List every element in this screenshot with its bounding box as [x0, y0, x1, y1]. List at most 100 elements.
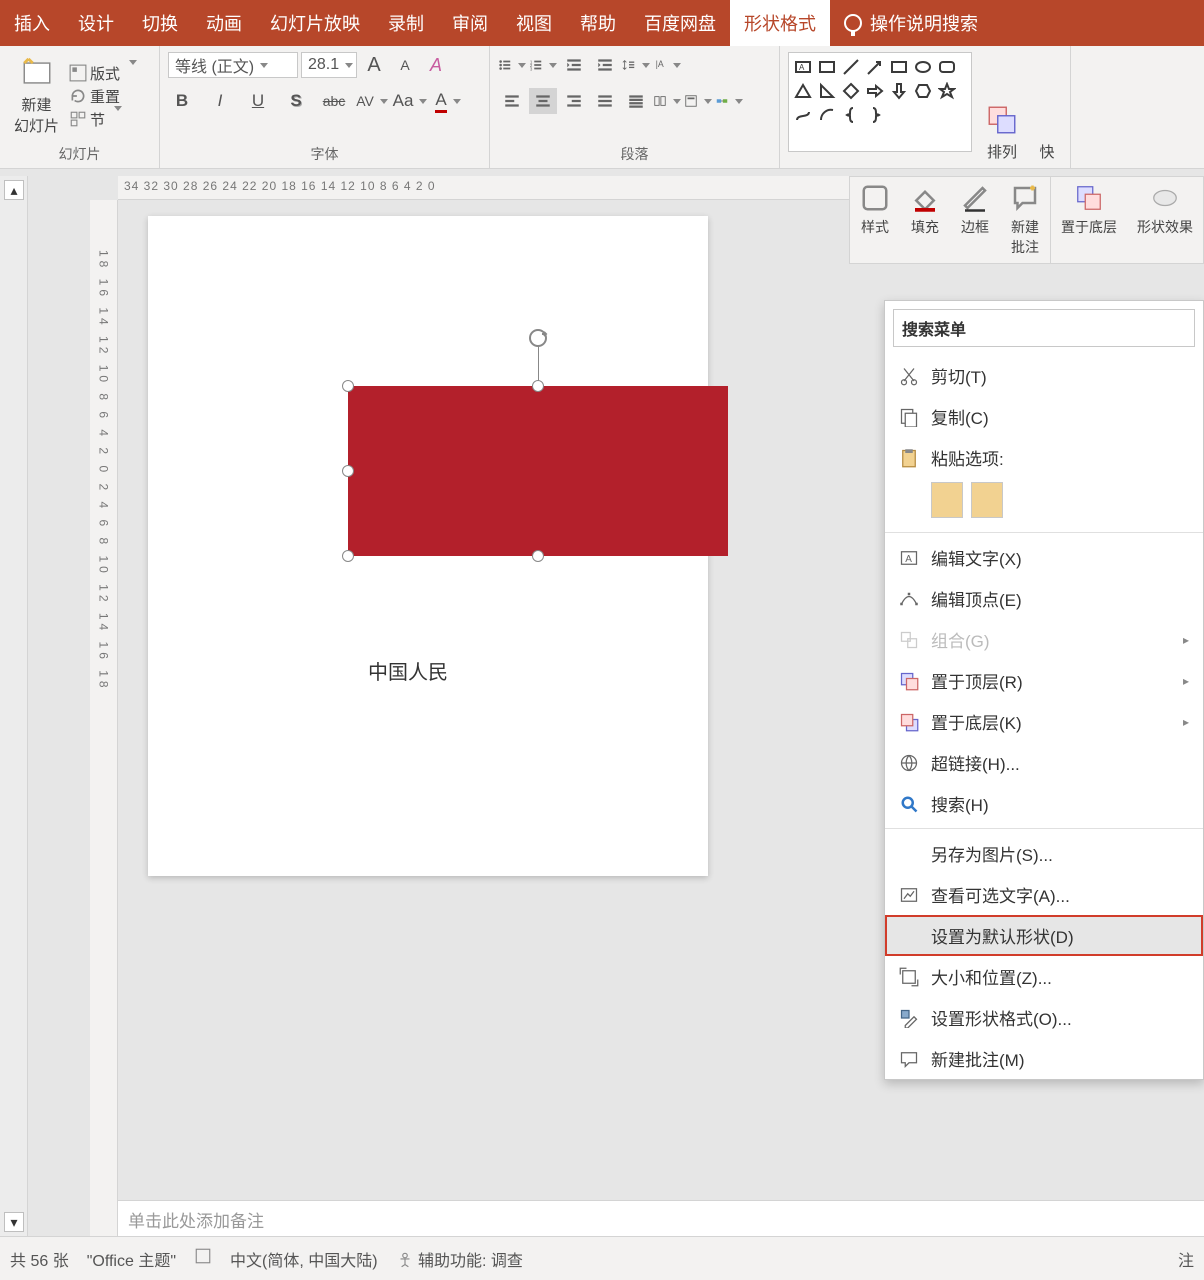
menu-edit-points[interactable]: 编辑顶点(E)	[885, 578, 1203, 619]
tab-shape-format[interactable]: 形状格式	[730, 0, 830, 46]
shape-arc-icon[interactable]	[817, 105, 837, 125]
shape-arrow-icon[interactable]	[865, 57, 885, 77]
char-spacing-button[interactable]: AV	[358, 88, 386, 114]
arrange-button[interactable]: 排列	[976, 52, 1028, 166]
shape-brace-l-icon[interactable]	[841, 105, 861, 125]
resize-handle-ml[interactable]	[342, 465, 354, 477]
increase-indent-button[interactable]	[591, 52, 619, 78]
menu-search-box[interactable]: 搜索菜单	[893, 309, 1195, 347]
menu-hyperlink[interactable]: 超链接(H)...	[885, 742, 1203, 783]
shape-rect2-icon[interactable]	[889, 57, 909, 77]
change-case-button[interactable]: Aa	[396, 88, 424, 114]
shapes-gallery[interactable]: A	[788, 52, 972, 152]
rotation-handle[interactable]	[526, 326, 550, 350]
shape-roundrect-icon[interactable]	[937, 57, 957, 77]
bold-button[interactable]: B	[168, 88, 196, 114]
shape-downarrow-icon[interactable]	[889, 81, 909, 101]
align-right-button[interactable]	[560, 88, 588, 114]
shape-connector-icon[interactable]	[793, 105, 813, 125]
resize-handle-bc[interactable]	[532, 550, 544, 562]
shape-textbox-icon[interactable]: A	[793, 57, 813, 77]
mini-sendback-button[interactable]: 置于底层	[1051, 177, 1127, 263]
shape-triangle-icon[interactable]	[793, 81, 813, 101]
menu-set-default-shape[interactable]: 设置为默认形状(D)	[885, 915, 1203, 956]
menu-edit-text[interactable]: A编辑文字(X)	[885, 537, 1203, 578]
resize-handle-bl[interactable]	[342, 550, 354, 562]
tab-baidu[interactable]: 百度网盘	[630, 0, 730, 46]
status-spellcheck-icon[interactable]	[194, 1247, 212, 1270]
slide-text[interactable]: 中国人民	[368, 656, 448, 685]
menu-search[interactable]: 搜索(H)	[885, 783, 1203, 824]
shape-oval-icon[interactable]	[913, 57, 933, 77]
quick-styles-button[interactable]: 快	[1032, 52, 1062, 166]
decrease-font-button[interactable]: A	[391, 52, 419, 78]
menu-new-comment[interactable]: 新建批注(M)	[885, 1038, 1203, 1079]
tab-review[interactable]: 审阅	[438, 0, 502, 46]
smartart-button[interactable]	[715, 88, 743, 114]
mini-outline-button[interactable]: 边框	[950, 177, 1000, 263]
justify-button[interactable]	[591, 88, 619, 114]
tell-me-search[interactable]: 操作说明搜索	[830, 0, 992, 46]
underline-button[interactable]: U	[244, 88, 272, 114]
mini-style-button[interactable]: 样式	[850, 177, 900, 263]
columns-button[interactable]	[653, 88, 681, 114]
increase-font-button[interactable]: A	[360, 52, 388, 78]
menu-format-shape[interactable]: 设置形状格式(O)...	[885, 997, 1203, 1038]
italic-button[interactable]: I	[206, 88, 234, 114]
tab-record[interactable]: 录制	[374, 0, 438, 46]
new-slide-button[interactable]: 新建 幻灯片	[8, 52, 65, 140]
notes-pane[interactable]: 单击此处添加备注	[118, 1200, 1204, 1236]
mini-effects-button[interactable]: 形状效果	[1127, 177, 1203, 263]
menu-alt-text[interactable]: 查看可选文字(A)...	[885, 874, 1203, 915]
status-notes[interactable]: 注	[1178, 1247, 1194, 1271]
shape-line-icon[interactable]	[841, 57, 861, 77]
status-accessibility[interactable]: 辅助功能: 调查	[396, 1247, 523, 1271]
tab-view[interactable]: 视图	[502, 0, 566, 46]
align-center-button[interactable]	[529, 88, 557, 114]
scroll-up-button[interactable]: ▴	[4, 180, 24, 200]
selected-rectangle-shape[interactable]	[348, 386, 728, 556]
tab-animation[interactable]: 动画	[192, 0, 256, 46]
resize-handle-tc[interactable]	[532, 380, 544, 392]
line-spacing-button[interactable]	[622, 52, 650, 78]
thumbnail-pane[interactable]: ▴ ▾	[0, 176, 28, 1236]
menu-copy[interactable]: 复制(C)	[885, 396, 1203, 437]
decrease-indent-button[interactable]	[560, 52, 588, 78]
menu-cut[interactable]: 剪切(T)	[885, 355, 1203, 396]
resize-handle-tl[interactable]	[342, 380, 354, 392]
mini-comment-button[interactable]: 新建 批注	[1000, 177, 1050, 263]
shape-rtriangle-icon[interactable]	[817, 81, 837, 101]
menu-save-as-picture[interactable]: 另存为图片(S)...	[885, 833, 1203, 874]
shape-brace-r-icon[interactable]	[865, 105, 885, 125]
tab-insert[interactable]: 插入	[0, 0, 64, 46]
strike-button[interactable]: abc	[320, 88, 348, 114]
paste-option-2[interactable]	[971, 482, 1003, 518]
numbering-button[interactable]: 123	[529, 52, 557, 78]
font-name-combo[interactable]: 等线 (正文)	[168, 52, 298, 78]
align-text-button[interactable]	[684, 88, 712, 114]
menu-bring-front[interactable]: 置于顶层(R)▸	[885, 660, 1203, 701]
tab-help[interactable]: 帮助	[566, 0, 630, 46]
tab-design[interactable]: 设计	[64, 0, 128, 46]
text-direction-button[interactable]: |A	[653, 52, 681, 78]
tab-slideshow[interactable]: 幻灯片放映	[256, 0, 374, 46]
tab-transition[interactable]: 切换	[128, 0, 192, 46]
bullets-button[interactable]	[498, 52, 526, 78]
mini-fill-button[interactable]: 填充	[900, 177, 950, 263]
align-left-button[interactable]	[498, 88, 526, 114]
reset-button[interactable]: 重置	[69, 86, 137, 107]
status-language[interactable]: 中文(简体, 中国大陆)	[230, 1247, 378, 1271]
shape-rect-icon[interactable]	[817, 57, 837, 77]
menu-size-position[interactable]: 大小和位置(Z)...	[885, 956, 1203, 997]
shape-star-icon[interactable]	[937, 81, 957, 101]
slide[interactable]: 中国人民	[148, 216, 708, 876]
font-color-button[interactable]: A	[434, 88, 462, 114]
paste-option-1[interactable]	[931, 482, 963, 518]
font-size-combo[interactable]: 28.1	[301, 52, 357, 78]
distribute-button[interactable]	[622, 88, 650, 114]
section-button[interactable]: 节	[69, 109, 137, 130]
shape-rightarrow-icon[interactable]	[865, 81, 885, 101]
shadow-button[interactable]: S	[282, 88, 310, 114]
clear-format-button[interactable]: A	[422, 52, 450, 78]
shape-hex-icon[interactable]	[913, 81, 933, 101]
